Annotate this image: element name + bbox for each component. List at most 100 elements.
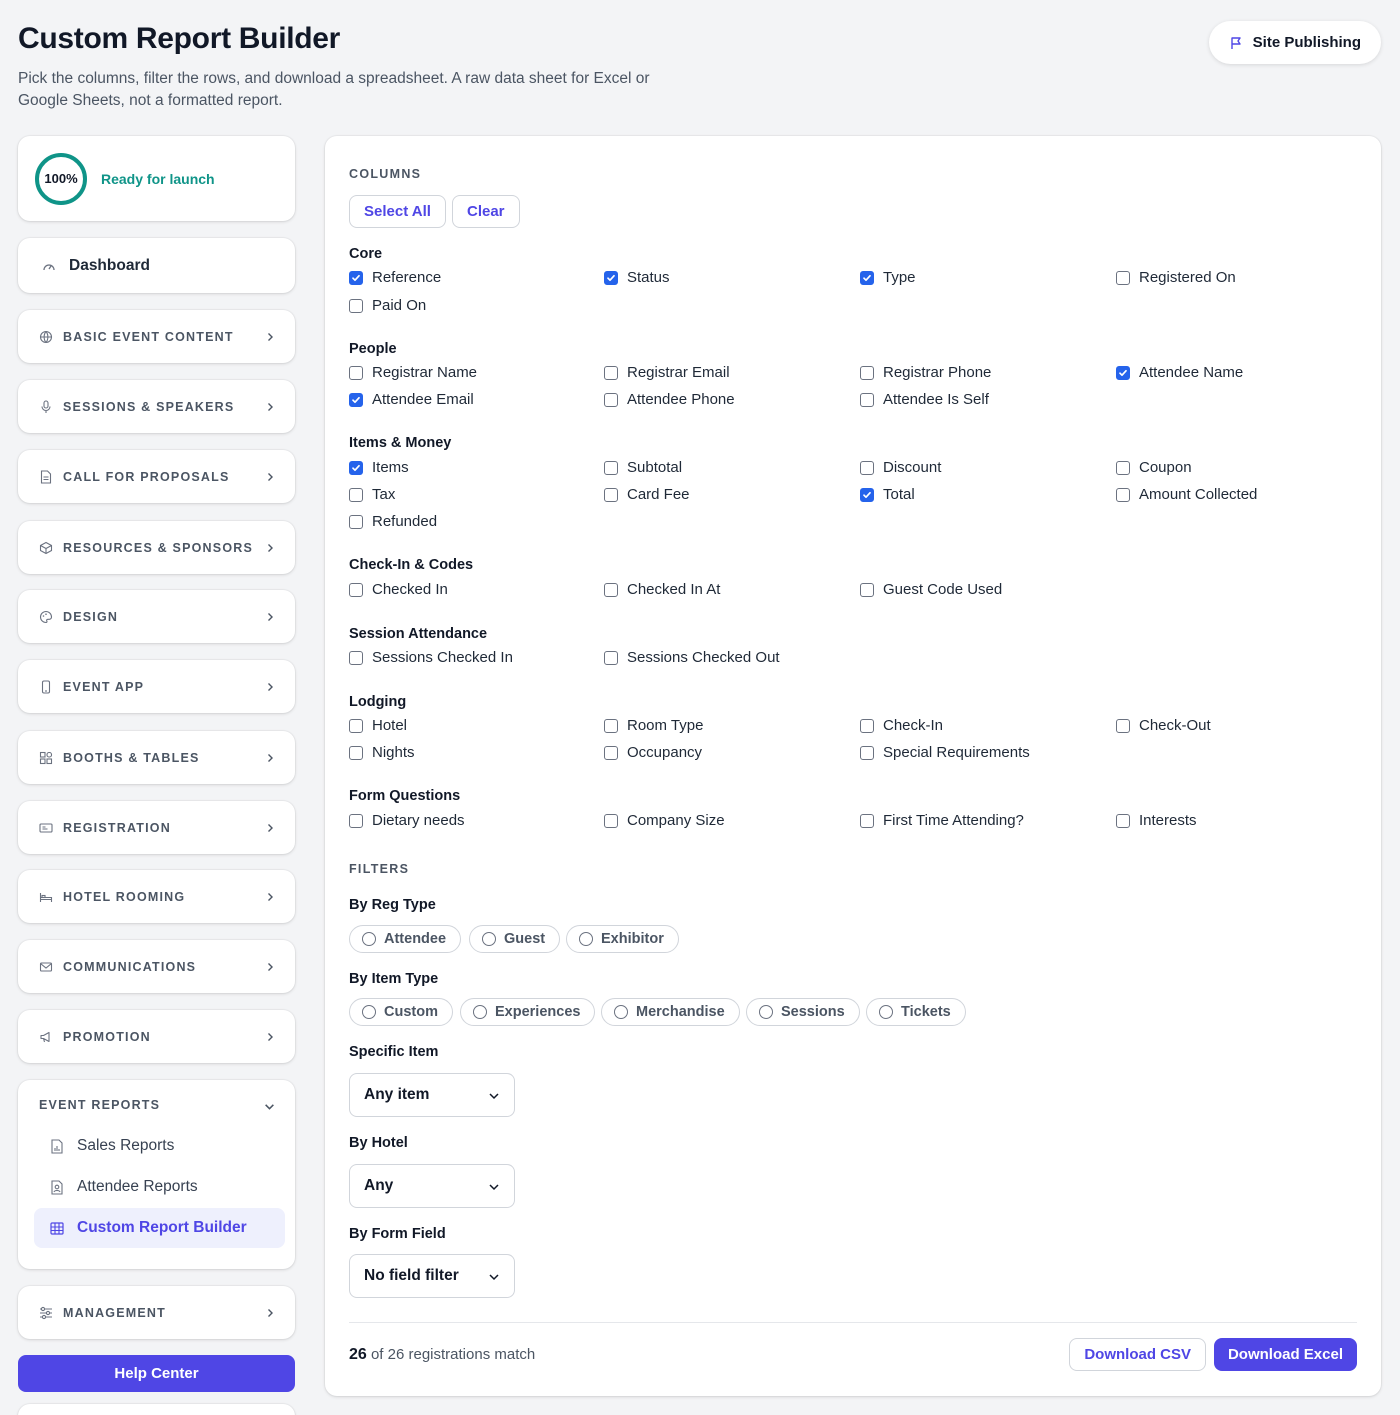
sidebar-item-sales-reports[interactable]: Sales Reports xyxy=(34,1126,285,1166)
sidebar-item-resources-and-sponsors[interactable]: RESOURCES & SPONSORS xyxy=(18,521,295,574)
checkbox[interactable] xyxy=(349,582,363,597)
column-checkbox[interactable]: Special Requirements xyxy=(860,744,1030,761)
column-checkbox[interactable]: Total xyxy=(860,486,915,503)
checkbox[interactable] xyxy=(604,460,618,475)
column-checkbox[interactable]: Room Type xyxy=(604,717,703,734)
sidebar-item-call-for-proposals[interactable]: CALL FOR PROPOSALS xyxy=(18,450,295,503)
column-checkbox[interactable]: Registrar Phone xyxy=(860,364,991,381)
checkbox[interactable] xyxy=(860,487,874,502)
checkbox[interactable] xyxy=(604,270,618,285)
checkbox[interactable] xyxy=(860,270,874,285)
download-excel-button[interactable]: Download Excel xyxy=(1213,1338,1357,1371)
checkbox[interactable] xyxy=(1116,813,1130,828)
help-center-button[interactable]: Help Center xyxy=(18,1355,295,1392)
chevron-down-icon[interactable] xyxy=(264,1101,275,1112)
radio[interactable] xyxy=(614,1005,628,1019)
radio[interactable] xyxy=(579,932,593,946)
filter-option-pill[interactable]: Exhibitor xyxy=(566,925,679,953)
radio[interactable] xyxy=(473,1005,487,1019)
radio[interactable] xyxy=(879,1005,893,1019)
checkbox[interactable] xyxy=(1116,460,1130,475)
checkbox[interactable] xyxy=(860,392,874,407)
checkbox[interactable] xyxy=(349,392,363,407)
column-checkbox[interactable]: Company Size xyxy=(604,812,725,829)
column-checkbox[interactable]: Items xyxy=(349,459,409,476)
sidebar-item-hotel-rooming[interactable]: HOTEL ROOMING xyxy=(18,870,295,923)
column-checkbox[interactable]: Paid On xyxy=(349,297,426,314)
column-checkbox[interactable]: Dietary needs xyxy=(349,812,465,829)
column-checkbox[interactable]: Sessions Checked Out xyxy=(604,649,780,666)
column-checkbox[interactable]: Hotel xyxy=(349,717,407,734)
sidebar-item-basic-event-content[interactable]: BASIC EVENT CONTENT xyxy=(18,310,295,363)
checkbox[interactable] xyxy=(349,460,363,475)
column-checkbox[interactable]: Attendee Is Self xyxy=(860,391,989,408)
checkbox[interactable] xyxy=(860,745,874,760)
sidebar-item-custom-report-builder[interactable]: Custom Report Builder xyxy=(34,1208,285,1248)
checkbox[interactable] xyxy=(349,298,363,313)
column-checkbox[interactable]: Guest Code Used xyxy=(860,581,1002,598)
column-checkbox[interactable]: Status xyxy=(604,269,670,286)
sidebar-item-management[interactable]: MANAGEMENT xyxy=(18,1286,295,1339)
column-checkbox[interactable]: Coupon xyxy=(1116,459,1192,476)
radio[interactable] xyxy=(482,932,496,946)
sidebar-item-promotion[interactable]: PROMOTION xyxy=(18,1010,295,1063)
checkbox[interactable] xyxy=(349,487,363,502)
checkbox[interactable] xyxy=(860,718,874,733)
checkbox[interactable] xyxy=(604,650,618,665)
column-checkbox[interactable]: Registrar Name xyxy=(349,364,477,381)
sidebar-item-dashboard[interactable]: Dashboard xyxy=(18,238,295,293)
column-checkbox[interactable]: Occupancy xyxy=(604,744,702,761)
hotel-select[interactable]: Any xyxy=(349,1164,515,1208)
column-checkbox[interactable]: Tax xyxy=(349,486,395,503)
checkbox[interactable] xyxy=(1116,270,1130,285)
checkbox[interactable] xyxy=(604,392,618,407)
filter-option-pill[interactable]: Attendee xyxy=(349,925,462,953)
sidebar-item-communications[interactable]: COMMUNICATIONS xyxy=(18,940,295,993)
checkbox[interactable] xyxy=(604,365,618,380)
radio[interactable] xyxy=(759,1005,773,1019)
radio[interactable] xyxy=(362,1005,376,1019)
sidebar-item-design[interactable]: DESIGN xyxy=(18,590,295,643)
column-checkbox[interactable]: Registrar Email xyxy=(604,364,730,381)
column-checkbox[interactable]: Subtotal xyxy=(604,459,682,476)
column-checkbox[interactable]: Refunded xyxy=(349,513,437,530)
checkbox[interactable] xyxy=(349,650,363,665)
column-checkbox[interactable]: First Time Attending? xyxy=(860,812,1024,829)
filter-option-pill[interactable]: Custom xyxy=(349,998,453,1026)
filter-option-pill[interactable]: Guest xyxy=(469,925,561,953)
column-checkbox[interactable]: Amount Collected xyxy=(1116,486,1257,503)
checkbox[interactable] xyxy=(349,514,363,529)
site-publishing-button[interactable]: Site Publishing xyxy=(1208,21,1381,64)
specific-item-select[interactable]: Any item xyxy=(349,1073,515,1117)
checkbox[interactable] xyxy=(604,582,618,597)
sidebar-item-event-app[interactable]: EVENT APP xyxy=(18,660,295,713)
sidebar-item-sessions-and-speakers[interactable]: SESSIONS & SPEAKERS xyxy=(18,380,295,433)
checkbox[interactable] xyxy=(604,718,618,733)
column-checkbox[interactable]: Reference xyxy=(349,269,441,286)
column-checkbox[interactable]: Attendee Phone xyxy=(604,391,735,408)
sidebar-item-booths-and-tables[interactable]: BOOTHS & TABLES xyxy=(18,731,295,784)
column-checkbox[interactable]: Sessions Checked In xyxy=(349,649,513,666)
column-checkbox[interactable]: Attendee Email xyxy=(349,391,474,408)
column-checkbox[interactable]: Type xyxy=(860,269,916,286)
filter-option-pill[interactable]: Tickets xyxy=(866,998,966,1026)
column-checkbox[interactable]: Interests xyxy=(1116,812,1197,829)
checkbox[interactable] xyxy=(860,460,874,475)
column-checkbox[interactable]: Check-Out xyxy=(1116,717,1211,734)
checkbox[interactable] xyxy=(604,813,618,828)
sidebar-item-attendee-reports[interactable]: Attendee Reports xyxy=(34,1167,285,1207)
column-checkbox[interactable]: Attendee Name xyxy=(1116,364,1243,381)
checkbox[interactable] xyxy=(860,582,874,597)
checkbox[interactable] xyxy=(1116,718,1130,733)
checkbox[interactable] xyxy=(860,365,874,380)
column-checkbox[interactable]: Card Fee xyxy=(604,486,690,503)
filter-option-pill[interactable]: Merchandise xyxy=(601,998,740,1026)
select-all-button[interactable]: Select All xyxy=(349,195,446,228)
column-checkbox[interactable]: Checked In xyxy=(349,581,448,598)
checkbox[interactable] xyxy=(1116,365,1130,380)
column-checkbox[interactable]: Nights xyxy=(349,744,415,761)
checkbox[interactable] xyxy=(604,487,618,502)
checkbox[interactable] xyxy=(860,813,874,828)
column-checkbox[interactable]: Discount xyxy=(860,459,941,476)
checkbox[interactable] xyxy=(349,365,363,380)
